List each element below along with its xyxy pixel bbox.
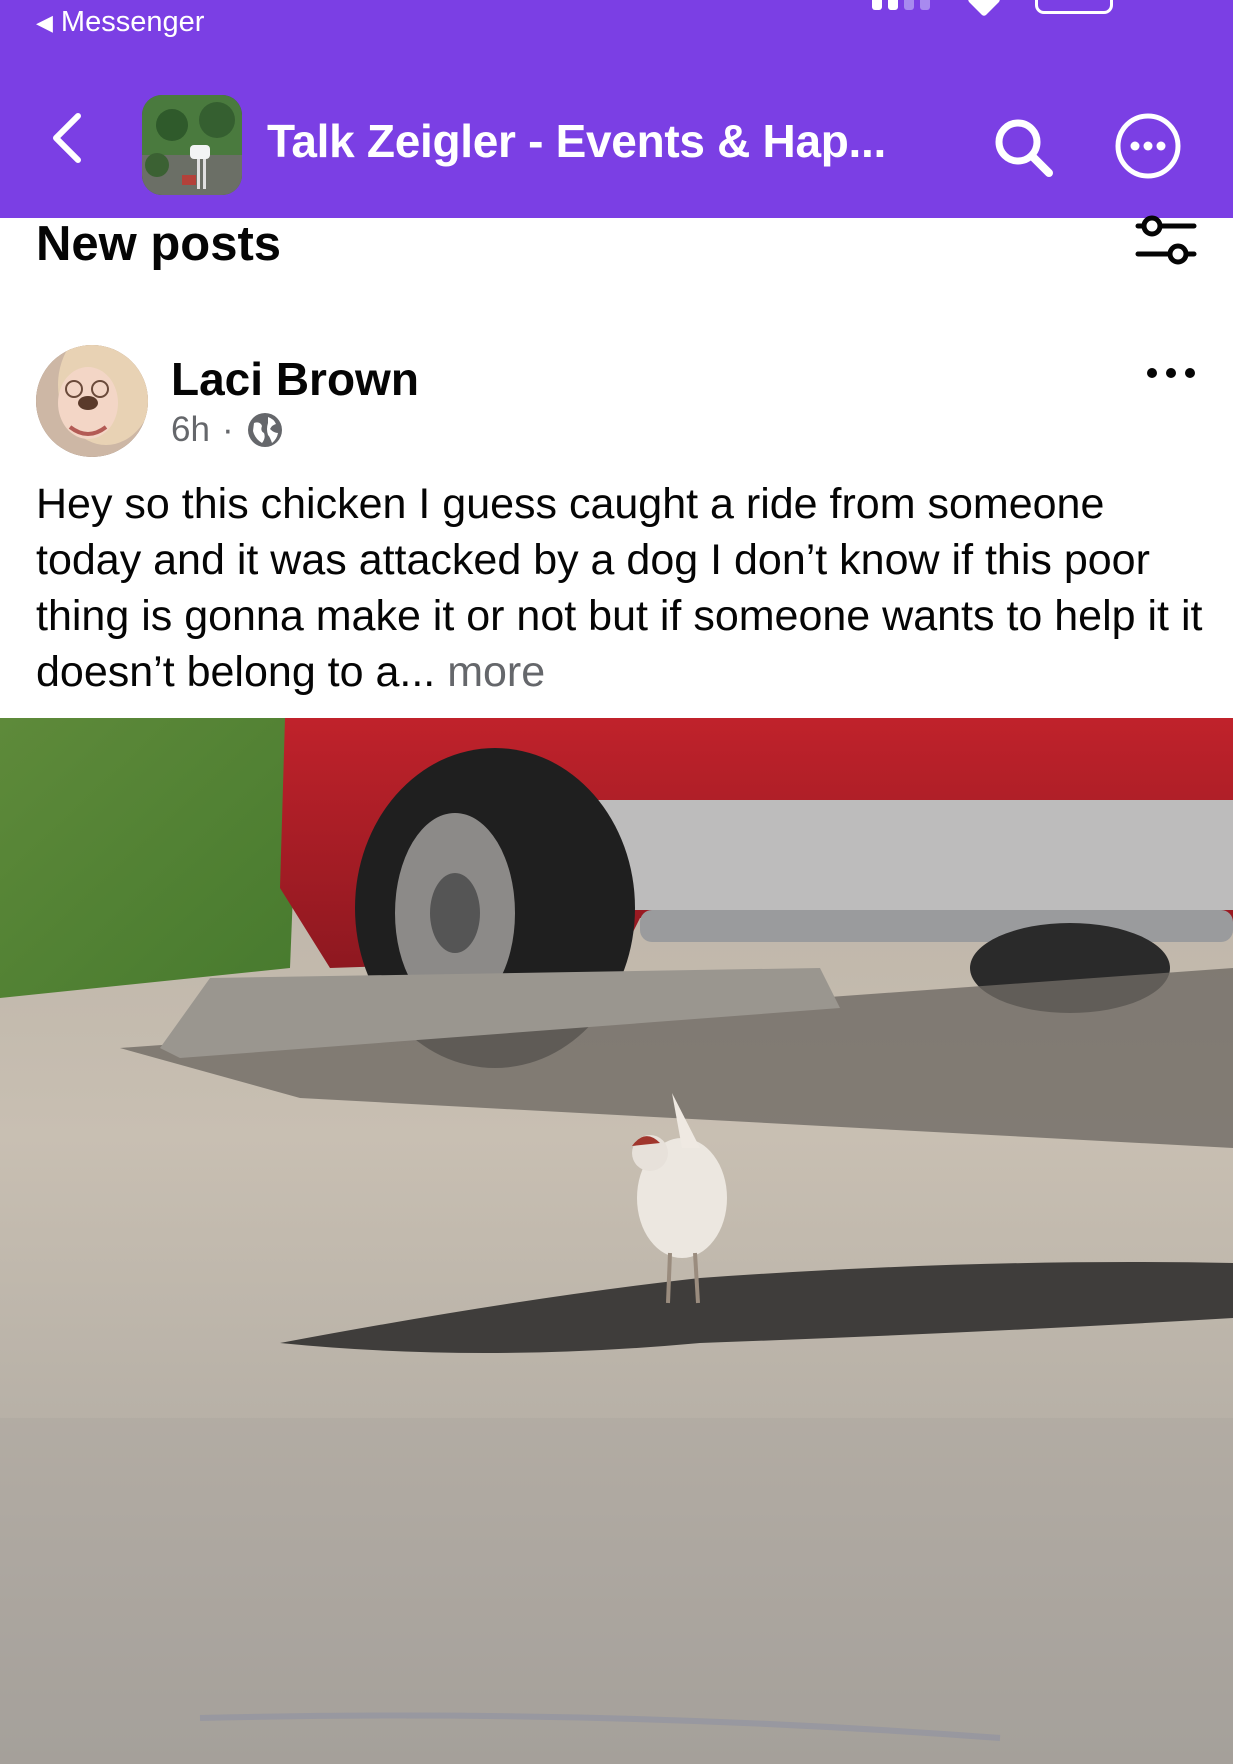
wifi-icon (967, 0, 1001, 17)
meta-separator: · (221, 410, 234, 449)
post-text: Hey so this chicken I guess caught a rid… (36, 480, 1203, 696)
post-body: Hey so this chicken I guess caught a rid… (36, 476, 1206, 700)
group-header: Talk Zeigler - Events & Hap... (0, 46, 1233, 218)
filter-sliders-icon[interactable] (1134, 214, 1198, 270)
group-cover-thumbnail[interactable] (142, 95, 242, 195)
cellular-signal-icon (872, 0, 930, 10)
return-to-app-link[interactable]: ◀ Messenger (36, 6, 204, 39)
chevron-left-icon[interactable] (40, 106, 96, 170)
see-more-link[interactable]: more (447, 648, 545, 696)
globe-icon (247, 413, 282, 447)
back-triangle-icon: ◀ (36, 9, 53, 35)
author-avatar[interactable] (36, 345, 148, 457)
post-meta: 6h · (171, 410, 284, 450)
ellipsis-icon[interactable] (1144, 358, 1198, 388)
post-photo[interactable] (0, 718, 1233, 1764)
return-app-label: Messenger (60, 6, 205, 38)
status-bar: ◀ Messenger (0, 0, 1233, 46)
more-circle-icon[interactable] (1112, 110, 1184, 182)
section-title: New posts (36, 217, 282, 271)
search-icon[interactable] (990, 114, 1058, 182)
battery-icon (1035, 0, 1113, 14)
post-timestamp[interactable]: 6h (171, 410, 210, 450)
post-author-name[interactable]: Laci Brown (171, 352, 419, 406)
group-name[interactable]: Talk Zeigler - Events & Hap... (267, 114, 886, 168)
